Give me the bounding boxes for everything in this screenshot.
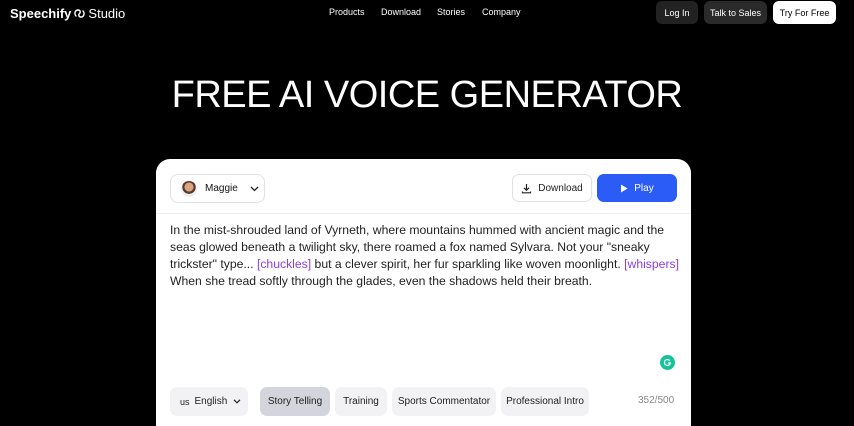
menu-item-download[interactable]: Download — [381, 7, 437, 17]
chevron-down-icon — [233, 399, 241, 404]
main-menu: Products Download Stories Company — [329, 7, 521, 17]
menu-item-stories[interactable]: Stories — [437, 7, 482, 17]
login-button[interactable]: Log In — [656, 1, 698, 24]
hero-title: FREE AI VOICE GENERATOR — [171, 74, 683, 116]
menu-item-company[interactable]: Company — [482, 7, 521, 17]
play-button[interactable]: Play — [597, 174, 677, 202]
play-icon — [621, 184, 628, 192]
logo-brand: Speechify — [10, 5, 72, 21]
divider — [156, 213, 691, 214]
language-code: us — [180, 396, 190, 407]
voice-selector[interactable]: Maggie — [170, 174, 265, 203]
style-chip-sports-commentator[interactable]: Sports Commentator — [392, 387, 496, 416]
bottom-toolbar: us English Story Telling Training Sports… — [170, 387, 594, 416]
style-chip-professional-intro[interactable]: Professional Intro — [501, 387, 589, 416]
try-for-free-button[interactable]: Try For Free — [773, 1, 836, 24]
text-segment: When she tread softly through the glades… — [170, 274, 593, 288]
download-button[interactable]: Download — [512, 174, 592, 202]
download-label: Download — [538, 182, 583, 194]
language-selector[interactable]: us English — [170, 387, 248, 416]
language-label: English — [194, 396, 228, 407]
menu-item-products[interactable]: Products — [329, 7, 381, 17]
voice-avatar — [181, 180, 197, 197]
character-counter: 352/500 — [638, 395, 675, 406]
grammarly-icon[interactable] — [660, 355, 675, 370]
talk-to-sales-button[interactable]: Talk to Sales — [704, 1, 767, 24]
style-chip-story-telling[interactable]: Story Telling — [260, 387, 330, 416]
emotion-tag-chuckles[interactable]: [chuckles] — [257, 257, 311, 271]
logo[interactable]: Speechify Studio — [10, 5, 125, 21]
voice-editor-card: Maggie Download Play In the mist-shroude… — [156, 159, 691, 426]
text-segment: but a clever spirit, her fur sparkling l… — [311, 257, 625, 271]
logo-product: Studio — [88, 5, 126, 21]
chevron-down-icon — [250, 186, 259, 191]
logo-icon — [74, 8, 86, 18]
play-label: Play — [634, 182, 654, 194]
style-chip-training[interactable]: Training — [335, 387, 387, 416]
emotion-tag-whispers[interactable]: [whispers] — [624, 257, 679, 271]
script-textarea[interactable]: In the mist-shrouded land of Vyrneth, wh… — [170, 222, 682, 290]
top-nav: Speechify Studio Products Download Stori… — [0, 0, 854, 26]
download-icon — [522, 183, 532, 193]
voice-name: Maggie — [205, 183, 238, 194]
